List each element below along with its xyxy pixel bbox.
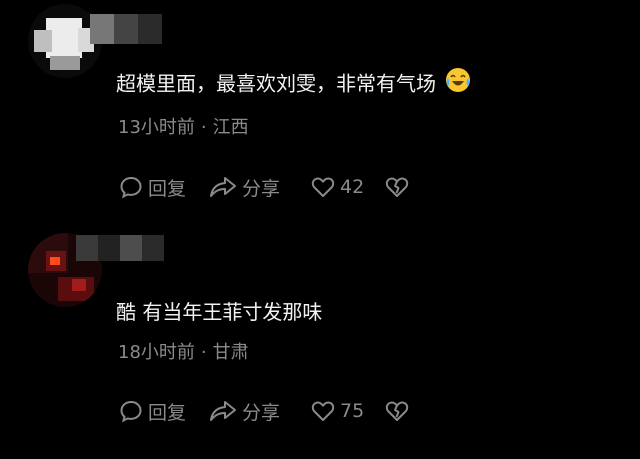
reply-label: 回复 xyxy=(148,401,187,424)
dislike-button[interactable] xyxy=(384,174,410,200)
comment-item-1: 超模里面，最喜欢刘雯，非常有气场 13小时前 · 江西 回复 分享 42 xyxy=(0,0,640,229)
comment-actions: 回复 分享 75 xyxy=(118,396,410,426)
like-button[interactable]: 75 xyxy=(310,398,364,424)
share-arrow-icon xyxy=(208,174,238,200)
timestamp: 13小时前 xyxy=(118,117,195,138)
heart-icon xyxy=(310,174,336,200)
comment-bubble-icon xyxy=(118,398,144,424)
location: 江西 xyxy=(212,117,249,138)
laughing-crying-emoji-icon xyxy=(444,66,472,100)
share-button[interactable]: 分享 xyxy=(208,174,280,201)
heart-icon xyxy=(310,398,336,424)
comment-text: 超模里面，最喜欢刘雯，非常有气场 xyxy=(116,68,472,100)
separator: · xyxy=(200,342,207,363)
broken-heart-icon xyxy=(384,174,410,200)
dislike-button[interactable] xyxy=(384,398,410,424)
username-mosaic xyxy=(90,14,162,44)
comment-item-2: 酷 有当年王菲寸发那味 18小时前 · 甘肃 回复 分享 75 xyxy=(0,229,640,459)
like-button[interactable]: 42 xyxy=(310,174,364,200)
comment-bubble-icon xyxy=(118,174,144,200)
comment-actions: 回复 分享 42 xyxy=(118,172,410,202)
comment-text: 酷 有当年王菲寸发那味 xyxy=(116,300,323,324)
timestamp: 18小时前 xyxy=(118,342,195,363)
broken-heart-icon xyxy=(384,398,410,424)
reply-button[interactable]: 回复 xyxy=(118,174,186,201)
reply-label: 回复 xyxy=(148,177,187,200)
separator: · xyxy=(200,117,207,138)
like-count: 75 xyxy=(340,400,365,422)
share-label: 分享 xyxy=(242,177,281,200)
location: 甘肃 xyxy=(212,342,249,363)
share-arrow-icon xyxy=(208,398,238,424)
comment-meta: 18小时前 · 甘肃 xyxy=(118,342,249,364)
username-mosaic xyxy=(76,235,164,261)
like-count: 42 xyxy=(340,176,365,198)
share-label: 分享 xyxy=(242,401,281,424)
reply-button[interactable]: 回复 xyxy=(118,398,186,425)
share-button[interactable]: 分享 xyxy=(208,398,280,425)
comment-meta: 13小时前 · 江西 xyxy=(118,117,249,139)
